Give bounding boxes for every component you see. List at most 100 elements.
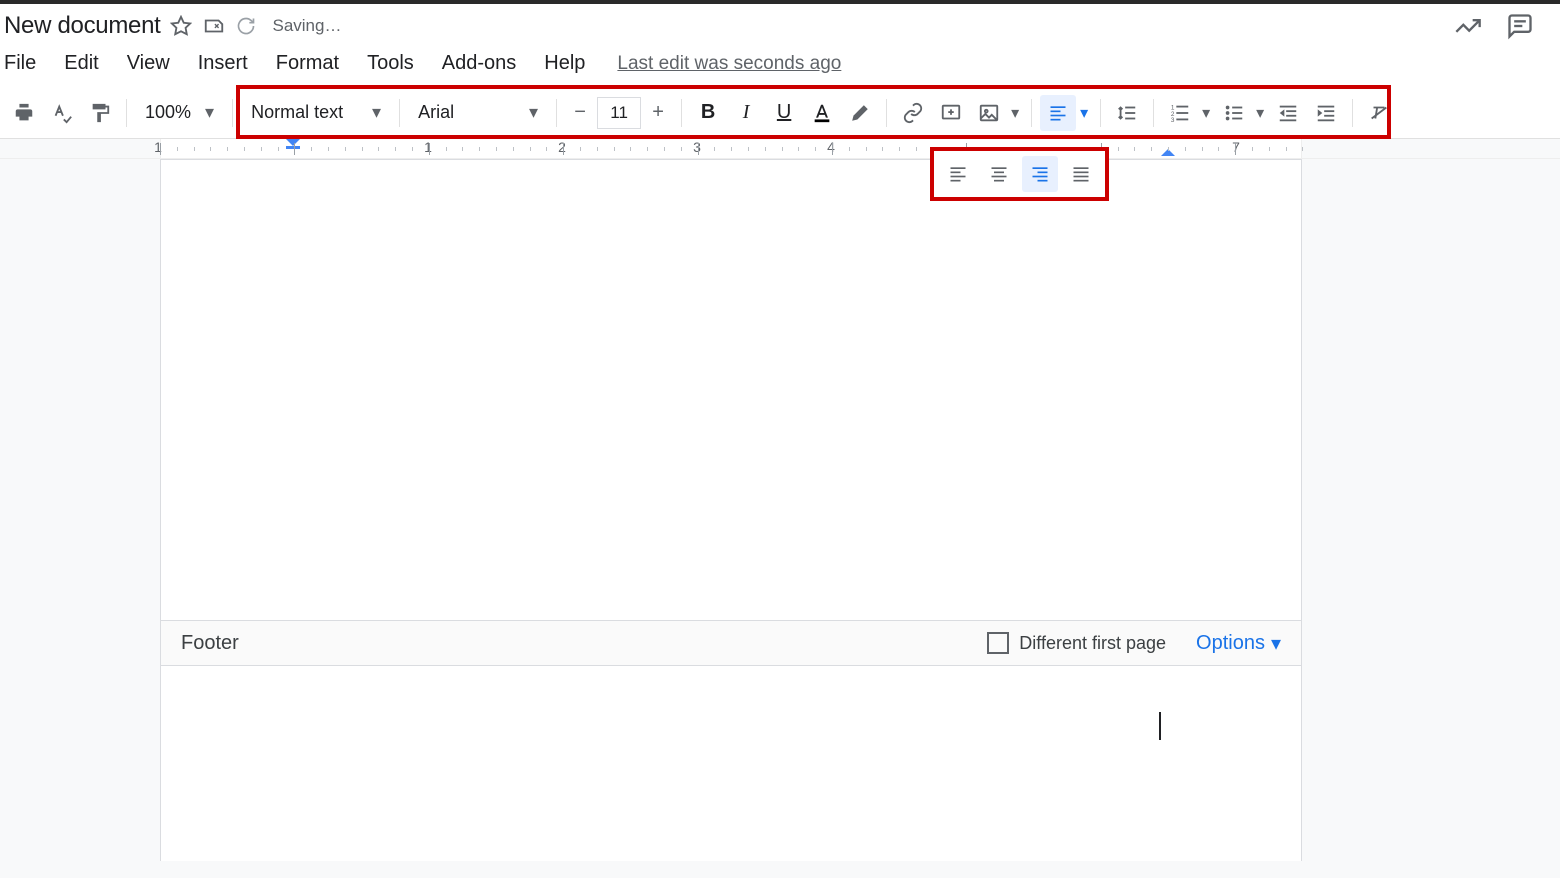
toolbar-separator xyxy=(1153,99,1154,127)
menu-edit[interactable]: Edit xyxy=(50,50,112,77)
ruler-tick xyxy=(748,147,749,151)
ruler-tick xyxy=(765,147,766,151)
align-dropdown[interactable]: ▾ xyxy=(1076,95,1092,131)
ruler-tick xyxy=(311,147,312,151)
document-page[interactable]: Footer Different first page Options ▾ xyxy=(160,159,1302,861)
ruler-tick xyxy=(563,143,564,155)
underline-button[interactable]: U xyxy=(766,95,802,131)
ruler-tick xyxy=(916,147,917,151)
numbered-list-button[interactable]: 123 xyxy=(1162,95,1198,131)
toolbar-separator xyxy=(399,99,400,127)
footer-options-dropdown[interactable]: Options ▾ xyxy=(1196,631,1281,656)
menu-insert[interactable]: Insert xyxy=(184,50,262,77)
bullet-list-button[interactable] xyxy=(1216,95,1252,131)
ruler-tick xyxy=(782,147,783,151)
star-icon[interactable] xyxy=(170,15,192,37)
align-right-button[interactable] xyxy=(1022,156,1058,192)
ruler-tick xyxy=(513,147,514,151)
ruler-tick xyxy=(546,147,547,151)
add-comment-button[interactable] xyxy=(933,95,969,131)
numbered-list-dropdown[interactable]: ▾ xyxy=(1198,95,1214,131)
image-dropdown[interactable]: ▾ xyxy=(1007,95,1023,131)
link-button[interactable] xyxy=(895,95,931,131)
font-size-increase[interactable]: + xyxy=(643,97,673,129)
align-left-button[interactable] xyxy=(940,156,976,192)
ruler-tick xyxy=(1218,147,1219,151)
ruler-tick xyxy=(1252,147,1253,151)
menu-view[interactable]: View xyxy=(113,50,184,77)
clear-format-button[interactable] xyxy=(1361,95,1397,131)
menu-tools[interactable]: Tools xyxy=(353,50,428,77)
left-indent-marker[interactable] xyxy=(286,139,300,149)
text-color-button[interactable] xyxy=(804,95,840,131)
toolbar-separator xyxy=(1352,99,1353,127)
ruler-tick xyxy=(412,147,413,151)
checkbox-icon[interactable] xyxy=(987,632,1009,654)
font-select[interactable]: Arial ▾ xyxy=(408,95,548,131)
align-justify-button[interactable] xyxy=(1063,156,1099,192)
toolbar-separator xyxy=(232,99,233,127)
style-select-value: Normal text xyxy=(251,102,343,123)
ruler-tick xyxy=(294,143,295,155)
style-select[interactable]: Normal text ▾ xyxy=(241,95,391,131)
bullet-list-dropdown[interactable]: ▾ xyxy=(1252,95,1268,131)
ruler-tick xyxy=(614,147,615,151)
ruler-tick xyxy=(160,143,161,155)
ruler-tick xyxy=(647,147,648,151)
ruler-tick xyxy=(446,147,447,151)
font-select-value: Arial xyxy=(418,102,454,123)
line-spacing-button[interactable] xyxy=(1109,95,1145,131)
refresh-icon xyxy=(236,16,256,36)
toolbar: 100% ▾ Normal text ▾ Arial ▾ − + B I U ▾… xyxy=(0,87,1560,139)
saving-status: Saving… xyxy=(272,16,341,36)
font-size-input[interactable] xyxy=(597,97,641,129)
app-header: New document Saving… File Edit View Inse… xyxy=(0,4,1560,87)
menu-file[interactable]: File xyxy=(2,50,50,77)
ruler-tick xyxy=(194,147,195,151)
ruler-tick xyxy=(462,147,463,151)
trend-icon[interactable] xyxy=(1454,12,1482,40)
ruler-tick xyxy=(278,147,279,151)
ruler-tick xyxy=(530,147,531,151)
increase-indent-button[interactable] xyxy=(1308,95,1344,131)
font-size-decrease[interactable]: − xyxy=(565,97,595,129)
zoom-select[interactable]: 100% ▾ xyxy=(135,95,224,131)
ruler-tick xyxy=(630,147,631,151)
paint-format-icon[interactable] xyxy=(82,95,118,131)
ruler-tick xyxy=(731,147,732,151)
highlight-button[interactable] xyxy=(842,95,878,131)
menubar: File Edit View Insert Format Tools Add-o… xyxy=(0,46,1560,87)
ruler-tick xyxy=(664,147,665,151)
different-first-page-toggle[interactable]: Different first page xyxy=(987,632,1166,654)
ruler-tick xyxy=(378,147,379,151)
ruler-tick xyxy=(832,143,833,155)
menu-addons[interactable]: Add-ons xyxy=(428,50,531,77)
print-icon[interactable] xyxy=(6,95,42,131)
menu-format[interactable]: Format xyxy=(262,50,353,77)
menu-help[interactable]: Help xyxy=(530,50,599,77)
bold-button[interactable]: B xyxy=(690,95,726,131)
toolbar-separator xyxy=(1031,99,1032,127)
italic-button[interactable]: I xyxy=(728,95,764,131)
image-button[interactable] xyxy=(971,95,1007,131)
spellcheck-icon[interactable] xyxy=(44,95,80,131)
ruler-tick xyxy=(714,147,715,151)
ruler-tick xyxy=(1185,147,1186,151)
toolbar-separator xyxy=(886,99,887,127)
ruler-tick-label: 2 xyxy=(558,139,566,155)
ruler-tick xyxy=(899,147,900,151)
align-center-button[interactable] xyxy=(981,156,1017,192)
align-button[interactable] xyxy=(1040,95,1076,131)
footer-label: Footer xyxy=(181,632,239,655)
last-edit-link[interactable]: Last edit was seconds ago xyxy=(617,53,841,75)
decrease-indent-button[interactable] xyxy=(1270,95,1306,131)
ruler-tick xyxy=(1134,147,1135,151)
comment-icon[interactable] xyxy=(1506,12,1534,40)
options-label: Options xyxy=(1196,632,1265,655)
ruler-tick xyxy=(244,147,245,151)
document-canvas[interactable]: Footer Different first page Options ▾ xyxy=(0,159,1560,861)
document-title[interactable]: New document xyxy=(4,12,160,40)
ruler[interactable]: 1 1 2 3 4 7 xyxy=(0,139,1560,159)
move-icon[interactable] xyxy=(202,15,226,37)
ruler-tick xyxy=(1235,143,1236,155)
